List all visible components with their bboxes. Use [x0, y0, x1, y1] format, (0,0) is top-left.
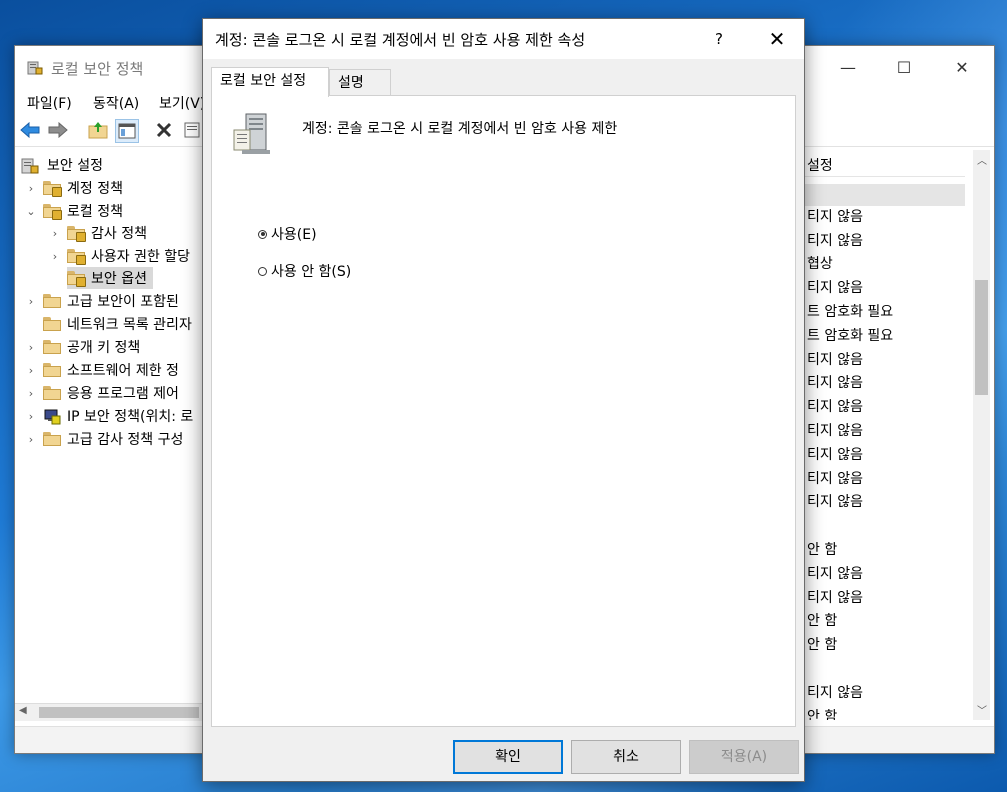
dialog-close-button[interactable]: ✕ — [759, 25, 795, 53]
tree-item-security-options[interactable]: 보안 옵션 — [67, 267, 153, 289]
policy-setting-value[interactable]: 티지 않음 — [807, 563, 863, 585]
chevron-right-icon[interactable]: › — [25, 341, 37, 354]
policy-setting-value[interactable]: 안 함 — [807, 610, 837, 632]
policy-setting-value[interactable]: 트 암호화 필요 — [807, 301, 893, 323]
folder-lock-icon — [67, 249, 86, 265]
chevron-right-icon[interactable]: › — [49, 250, 61, 263]
policy-setting-value[interactable]: 트 암호화 필요 — [807, 325, 893, 347]
forward-arrow-icon[interactable] — [47, 119, 69, 141]
tree-item-advanced-firewall[interactable]: › 고급 보안이 포함된 — [25, 290, 179, 312]
tab-explain[interactable]: 설명 — [329, 69, 391, 95]
folder-lock-icon — [67, 271, 86, 287]
folder-icon — [43, 294, 61, 308]
scroll-down-arrow-icon[interactable]: ﹀ — [977, 702, 987, 717]
properties-icon[interactable] — [181, 119, 203, 141]
policy-setting-value[interactable]: 티지 않음 — [807, 444, 863, 466]
radio-checked-icon[interactable] — [258, 229, 267, 239]
chevron-right-icon[interactable]: › — [25, 295, 37, 308]
security-policy-app-icon — [27, 61, 43, 75]
policy-name: 계정: 콘솔 로그온 시 로컬 계정에서 빈 암호 사용 제한 — [302, 121, 618, 137]
policy-setting-value[interactable]: 티지 않음 — [807, 587, 863, 609]
policy-setting-value[interactable]: 티지 않음 — [807, 468, 863, 490]
chevron-right-icon[interactable]: › — [25, 433, 37, 446]
policy-setting-value[interactable]: 안 함 — [807, 706, 837, 720]
chevron-right-icon[interactable]: › — [25, 387, 37, 400]
cancel-button[interactable]: 취소 — [571, 740, 681, 774]
radio-enabled[interactable]: 사용(E) — [258, 224, 317, 244]
menu-view[interactable]: 보기(V) — [159, 93, 205, 113]
ok-button[interactable]: 확인 — [453, 740, 563, 774]
policy-setting-value[interactable]: 협상 — [807, 253, 833, 275]
tree-item-public-key[interactable]: › 공개 키 정책 — [25, 336, 140, 358]
tree-item-software-restriction[interactable]: › 소프트웨어 제한 정 — [25, 359, 179, 381]
policy-setting-value[interactable]: 티지 않음 — [807, 349, 863, 371]
menu-action[interactable]: 동작(A) — [93, 93, 139, 113]
tree-item-user-rights[interactable]: › 사용자 권한 할당 — [49, 245, 190, 267]
tree-item-network-list[interactable]: 네트워크 목록 관리자 — [43, 313, 192, 335]
folder-icon — [43, 340, 61, 354]
folder-lock-icon — [67, 226, 86, 242]
folder-icon — [43, 363, 61, 377]
tree-item-security-settings[interactable]: 보안 설정 — [21, 154, 103, 176]
policy-setting-value[interactable]: 티지 않음 — [807, 396, 863, 418]
dialog-title-bar: 계정: 콘솔 로그온 시 로컬 계정에서 빈 암호 사용 제한 속성 ? ✕ — [203, 19, 804, 59]
apply-button[interactable]: 적용(A) — [689, 740, 799, 774]
close-button[interactable]: ✕ — [939, 54, 985, 82]
policy-setting-value[interactable]: 안 함 — [807, 634, 837, 656]
folder-icon — [43, 432, 61, 446]
help-button[interactable]: ? — [703, 25, 735, 53]
tree-item-audit-policy[interactable]: › 감사 정책 — [49, 222, 147, 244]
tree-item-account-policies[interactable]: › 계정 정책 — [25, 177, 123, 199]
tree-item-local-policies[interactable]: ⌄ 로컬 정책 — [25, 200, 123, 222]
security-settings-icon — [21, 158, 39, 174]
tab-local-security-setting[interactable]: 로컬 보안 설정 — [211, 67, 329, 97]
folder-icon — [43, 317, 61, 331]
tab-panel: 계정: 콘솔 로그온 시 로컬 계정에서 빈 암호 사용 제한 사용(E) 사용… — [211, 95, 796, 727]
policy-setting-value[interactable]: 티지 않음 — [807, 420, 863, 442]
radio-disabled[interactable]: 사용 안 함(S) — [258, 261, 351, 281]
tree-horizontal-scrollbar[interactable]: ◀ — [15, 703, 209, 721]
policy-setting-value[interactable]: 티지 않음 — [807, 206, 863, 228]
scrollbar-thumb[interactable] — [39, 707, 199, 718]
policy-setting-value[interactable]: 안 함 — [807, 539, 837, 561]
bg-window-title: 로컬 보안 정책 — [51, 60, 144, 78]
delete-icon[interactable] — [153, 119, 175, 141]
list-vertical-scrollbar[interactable]: ︿ ﹀ — [973, 150, 990, 720]
show-hide-console-tree-icon[interactable] — [115, 119, 139, 143]
scroll-left-arrow-icon[interactable]: ◀ — [19, 705, 27, 716]
chevron-down-icon[interactable]: ⌄ — [25, 205, 37, 218]
policy-setting-value[interactable]: 티지 않음 — [807, 372, 863, 394]
chevron-right-icon[interactable]: › — [49, 227, 61, 240]
column-header-setting[interactable]: 설정 — [805, 150, 965, 177]
tree-item-ip-security[interactable]: › IP 보안 정책(위치: 로 — [25, 405, 193, 427]
chevron-right-icon[interactable]: › — [25, 410, 37, 423]
policy-setting-value[interactable]: 티지 않음 — [807, 277, 863, 299]
menu-file[interactable]: 파일(F) — [27, 93, 72, 113]
server-icon — [233, 113, 270, 154]
minimize-button[interactable]: — — [825, 54, 871, 82]
policy-setting-value[interactable]: 티지 않음 — [807, 230, 863, 252]
scrollbar-thumb[interactable] — [975, 280, 988, 395]
radio-unchecked-icon[interactable] — [258, 266, 267, 276]
back-arrow-icon[interactable] — [19, 119, 41, 141]
chevron-right-icon[interactable]: › — [25, 364, 37, 377]
console-tree: 보안 설정 › 계정 정책 ⌄ 로컬 정책 › 감사 정책 › 사용자 권한 할… — [15, 150, 209, 702]
dialog-title: 계정: 콘솔 로그온 시 로컬 계정에서 빈 암호 사용 제한 속성 — [215, 31, 586, 49]
folder-lock-icon — [43, 181, 62, 197]
chevron-right-icon[interactable]: › — [25, 182, 37, 195]
folder-lock-icon — [43, 204, 62, 220]
scroll-up-arrow-icon[interactable]: ︿ — [977, 152, 987, 167]
policy-settings-column: 설정 티지 않음 티지 않음 협상 티지 않음 트 암호화 필요 트 암호화 필요 티지 않… — [805, 150, 975, 720]
up-folder-icon[interactable] — [87, 119, 109, 141]
properties-dialog: 계정: 콘솔 로그온 시 로컬 계정에서 빈 암호 사용 제한 속성 ? ✕ 로… — [202, 18, 805, 782]
ip-security-icon — [44, 409, 61, 425]
selected-row-highlight — [805, 184, 965, 206]
policy-setting-value[interactable]: 티지 않음 — [807, 682, 863, 704]
tree-item-advanced-audit[interactable]: › 고급 감사 정책 구성 — [25, 428, 183, 450]
tree-item-app-control[interactable]: › 응용 프로그램 제어 — [25, 382, 179, 404]
policy-setting-value[interactable]: 티지 않음 — [807, 491, 863, 513]
folder-icon — [43, 386, 61, 400]
maximize-button[interactable]: ☐ — [881, 54, 927, 82]
